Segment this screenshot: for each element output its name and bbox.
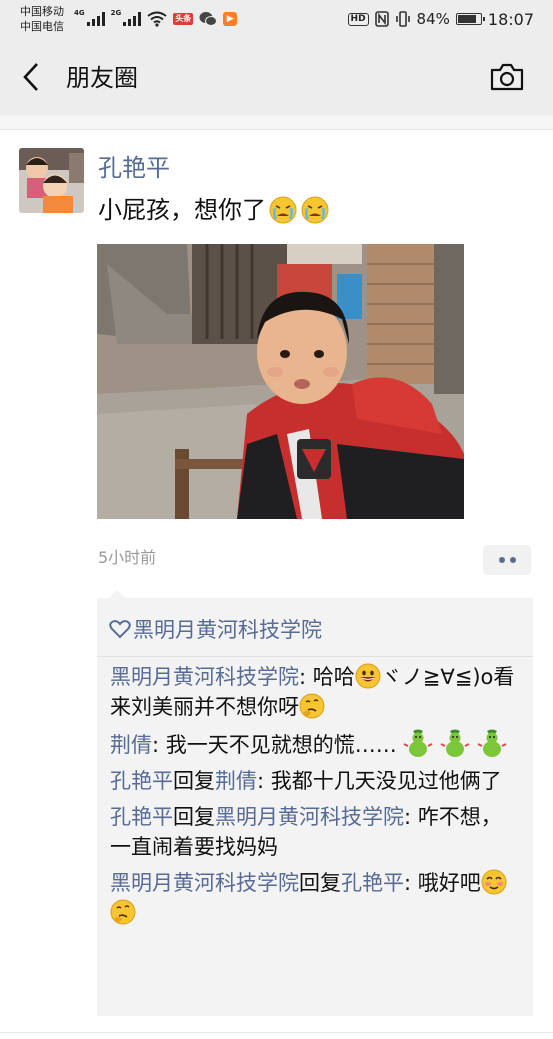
bottom-divider	[0, 1032, 553, 1033]
comment-author[interactable]: 荆倩	[110, 733, 152, 757]
crying-face-emoji	[269, 196, 297, 224]
box-caret	[109, 590, 125, 598]
comment-text: : 我一天不见就想的慌……	[152, 733, 397, 757]
comment-text: : 哈哈	[299, 665, 355, 689]
carrier-primary: 中国移动	[20, 5, 64, 18]
reply-word: 回复	[173, 805, 215, 829]
more-dot-icon	[498, 557, 505, 563]
status-right-icons: HD 84% 18:07	[347, 9, 534, 29]
battery-icon	[455, 13, 485, 25]
clock: 18:07	[487, 9, 534, 29]
comment-text: : 哦好吧	[404, 871, 481, 895]
likes-divider	[97, 656, 533, 657]
likes-comments-box: 黑明月黄河科技学院 黑明月黄河科技学院: 哈哈 ヾノ≧∀≦)o看来刘美丽并不想你…	[97, 590, 533, 1016]
video-app-icon: ▶	[223, 12, 238, 26]
comment-text: : 我都十几天没见过他俩了	[257, 769, 502, 793]
comment-reply-to[interactable]: 孔艳平	[341, 871, 404, 895]
gourd-sticker-emoji	[403, 729, 433, 757]
chevron-left-icon[interactable]	[20, 60, 42, 94]
thinking-face-emoji	[299, 693, 325, 719]
comment-reply-to[interactable]: 黑明月黄河科技学院	[215, 805, 404, 829]
wifi-icon	[147, 11, 167, 27]
comment-author[interactable]: 孔艳平	[110, 769, 173, 793]
post-time: 5小时前	[98, 548, 157, 567]
grin-face-emoji	[355, 663, 381, 689]
network-type-1: 4G	[74, 9, 85, 17]
signal-icon	[86, 12, 105, 26]
reply-word: 回复	[299, 871, 341, 895]
comment[interactable]: 黑明月黄河科技学院: 哈哈 ヾノ≧∀≦)o看来刘美丽并不想你呀	[110, 662, 522, 722]
vibrate-icon	[395, 11, 410, 27]
reply-word: 回复	[173, 769, 215, 793]
crying-face-emoji	[301, 196, 329, 224]
navigation-bar: 朋友圈	[0, 40, 553, 115]
comment-reply-to[interactable]: 荆倩	[215, 769, 257, 793]
likes-row: 黑明月黄河科技学院	[109, 612, 322, 646]
more-actions-button[interactable]	[483, 545, 531, 575]
status-bar: 中国移动 中国电信 4G 2G 头条 ▶ HD 84% 18:07	[0, 0, 553, 40]
post-author[interactable]: 孔艳平	[98, 153, 170, 183]
like-name[interactable]: 黑明月黄河科技学院	[133, 614, 322, 644]
battery-percent: 84%	[416, 10, 450, 28]
network-type-2: 2G	[110, 9, 122, 17]
comment[interactable]: 孔艳平回复黑明月黄河科技学院: 咋不想，一直闹着要找妈妈	[110, 802, 522, 862]
signal-icon	[123, 12, 142, 26]
gourd-sticker-emoji	[440, 729, 470, 757]
camera-icon[interactable]	[489, 62, 525, 92]
comment-author[interactable]: 孔艳平	[110, 805, 173, 829]
avatar[interactable]	[19, 148, 84, 213]
post-photo[interactable]	[97, 244, 464, 519]
toutiao-icon: 头条	[173, 13, 194, 25]
status-left-icons: 4G 2G 头条 ▶	[74, 9, 238, 29]
carrier-secondary: 中国电信	[20, 20, 64, 33]
wechat-icon	[199, 12, 218, 26]
carrier-info: 中国移动 中国电信	[20, 4, 64, 34]
blush-face-emoji	[481, 869, 507, 895]
page-title: 朋友圈	[66, 64, 138, 92]
nfc-icon	[374, 11, 389, 27]
comment[interactable]: 荆倩: 我一天不见就想的慌……	[110, 728, 522, 760]
header-spacer	[0, 115, 553, 129]
comment[interactable]: 黑明月黄河科技学院回复孔艳平: 哦好吧	[110, 868, 522, 928]
gourd-sticker-emoji	[477, 729, 507, 757]
battery-fill	[457, 15, 476, 23]
moments-screen: 中国移动 中国电信 4G 2G 头条 ▶ HD 84% 18:07 朋友圈 孔艳…	[0, 0, 553, 1039]
post-text: 小屁孩，想你了	[98, 196, 266, 224]
more-dot-icon	[509, 557, 516, 563]
thinking-face-emoji	[110, 899, 136, 925]
comment-list: 黑明月黄河科技学院: 哈哈 ヾノ≧∀≦)o看来刘美丽并不想你呀 荆倩: 我一天不…	[110, 662, 522, 934]
hd-icon: HD	[347, 12, 369, 26]
comment-author[interactable]: 黑明月黄河科技学院	[110, 871, 299, 895]
comment-author[interactable]: 黑明月黄河科技学院	[110, 665, 299, 689]
comment[interactable]: 孔艳平回复荆倩: 我都十几天没见过他俩了	[110, 766, 522, 796]
post-text-line: 小屁孩，想你了	[98, 193, 330, 227]
divider	[0, 129, 553, 130]
heart-outline-icon	[109, 620, 131, 639]
